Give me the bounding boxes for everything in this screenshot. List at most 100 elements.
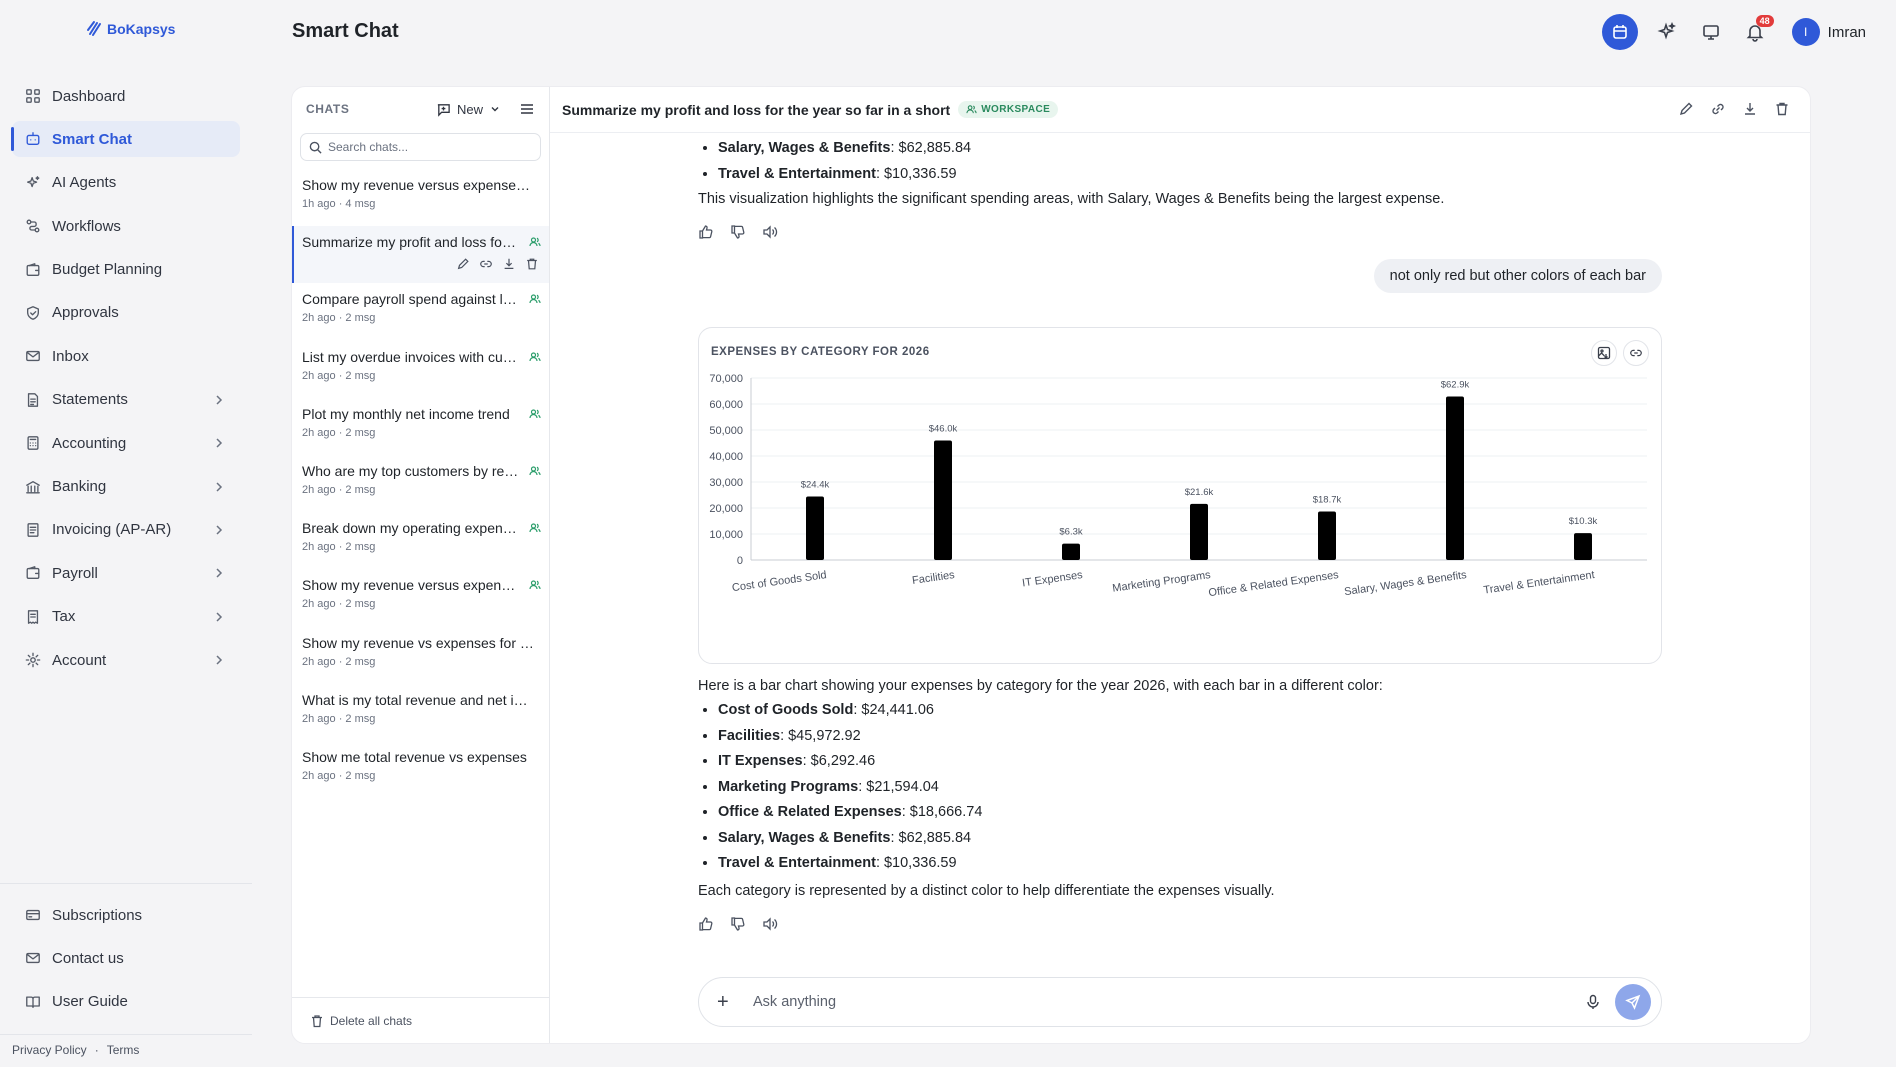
chat-list-item[interactable]: Show me total revenue vs expenses 2h ago …	[292, 741, 549, 798]
menu-icon[interactable]	[519, 101, 535, 117]
sidebar-item-dashboard[interactable]: Dashboard	[12, 78, 240, 114]
grid-icon	[26, 89, 40, 103]
sidebar-item-payroll[interactable]: Payroll	[12, 555, 240, 591]
chat-list-item[interactable]: Compare payroll spend against last year 2…	[292, 283, 549, 340]
copy-chart-link-button[interactable]	[1623, 340, 1649, 366]
chevron-right-icon-wrap	[212, 436, 226, 450]
notification-badge: 48	[1755, 15, 1774, 27]
bullet-value: : $18,666.74	[901, 804, 983, 820]
delete-all-chats-button[interactable]: Delete all chats	[292, 997, 549, 1043]
trash-icon[interactable]	[1774, 101, 1790, 117]
smart-chat-panel: CHATS New Show my revenue versus expense…	[291, 86, 1811, 1044]
sidebar-item-accounting[interactable]: Accounting	[12, 425, 240, 461]
sidebar-item-statements[interactable]: Statements	[12, 382, 240, 418]
chat-meta: 1h ago · 4 msg	[302, 198, 376, 210]
speaker-icon[interactable]	[762, 916, 778, 932]
trash-icon[interactable]	[525, 257, 539, 271]
chart-bar	[934, 440, 952, 560]
y-tick-label: 70,000	[709, 373, 743, 385]
sidebar-item-label: Workflows	[52, 217, 121, 235]
chevron-right-icon-wrap	[212, 393, 226, 407]
edit-icon[interactable]	[1678, 101, 1694, 117]
chat-list-item[interactable]: List my overdue invoices with customer n…	[292, 341, 549, 398]
chat-list-item[interactable]: What is my total revenue and net income 2…	[292, 684, 549, 741]
save-chart-image-button[interactable]	[1591, 340, 1617, 366]
chat-row-actions	[456, 257, 539, 271]
y-tick-label: 10,000	[709, 529, 743, 541]
thumbs-down-icon[interactable]	[730, 916, 746, 932]
bullet-label: Facilities	[718, 727, 781, 744]
sidebar-item-user-guide[interactable]: User Guide	[12, 984, 240, 1020]
edit-icon[interactable]	[456, 257, 470, 271]
new-chat-button[interactable]: New	[436, 102, 501, 117]
logo-text: BoKapsys	[107, 21, 176, 37]
bullet-value: : $10,336.59	[875, 165, 957, 182]
chevron-right-icon	[216, 568, 223, 578]
sidebar-bottom-nav: Subscriptions Contact us User Guide	[12, 897, 240, 1027]
message-input[interactable]	[753, 994, 1585, 1010]
calendar-button[interactable]	[1601, 14, 1638, 50]
sidebar-item-banking[interactable]: Banking	[12, 469, 240, 505]
sidebar-item-contact-us[interactable]: Contact us	[12, 940, 240, 976]
sidebar-item-approvals[interactable]: Approvals	[12, 295, 240, 331]
chat-meta: 2h ago · 2 msg	[302, 655, 376, 668]
attach-plus-icon[interactable]: +	[717, 991, 737, 1014]
search-chats-input[interactable]	[328, 140, 528, 154]
chat-list-item[interactable]: Show my revenue vs expenses for this yea…	[292, 627, 549, 684]
receipt-icon	[27, 609, 39, 624]
sidebar-item-account[interactable]: Account	[12, 642, 240, 678]
chevron-right-icon	[216, 395, 223, 405]
user-menu[interactable]: I Imran	[1791, 18, 1866, 46]
chat-title: Summarize my profit and loss for the yea…	[302, 234, 520, 251]
terms-link[interactable]: Terms	[107, 1043, 140, 1057]
assistant-message-previous: Salary, Wages & Benefits: $62,885.84Trav…	[698, 133, 1658, 243]
new-chat-icon	[437, 103, 450, 117]
shield-check-icon	[27, 306, 39, 320]
sidebar-item-ai-agents[interactable]: AI Agents	[12, 165, 240, 201]
chat-list-item[interactable]: Show my revenue versus expenses for the …	[292, 169, 549, 226]
shared-users-icon	[529, 580, 541, 590]
sidebar-item-invoicing-ap-ar[interactable]: Invoicing (AP-AR)	[12, 512, 240, 548]
chat-bot-icon-wrap	[24, 130, 42, 148]
bullet-label: Cost of Goods Sold	[718, 702, 854, 718]
download-icon[interactable]	[1742, 101, 1758, 117]
ai-sparkle-button[interactable]	[1652, 17, 1682, 47]
mail-icon	[26, 953, 40, 964]
monitor-button[interactable]	[1696, 17, 1726, 47]
sidebar-item-subscriptions[interactable]: Subscriptions	[12, 897, 240, 933]
sidebar-item-tax[interactable]: Tax	[12, 599, 240, 635]
link-icon[interactable]	[1710, 101, 1726, 117]
download-icon[interactable]	[502, 257, 516, 271]
brand-logo[interactable]: BoKapsys	[86, 20, 175, 38]
thumbs-down-icon[interactable]	[730, 224, 746, 240]
conversation-title: Summarize my profit and loss for the yea…	[562, 101, 951, 118]
shared-indicator	[529, 579, 541, 591]
chat-list-item[interactable]: Summarize my profit and loss for the yea…	[292, 226, 549, 284]
chat-list-item[interactable]: Break down my operating expenses 2h ago ·…	[292, 512, 549, 569]
link-icon[interactable]	[479, 257, 493, 271]
workflow-icon	[26, 219, 40, 233]
sidebar-item-workflows[interactable]: Workflows	[12, 208, 240, 244]
sidebar-item-budget-planning[interactable]: Budget Planning	[12, 252, 240, 288]
bank-icon	[26, 480, 40, 493]
chat-list-item[interactable]: Plot my monthly net income trend 2h ago ·…	[292, 398, 549, 455]
bullet-label: Salary, Wages & Benefits	[718, 140, 891, 156]
thumbs-up-icon[interactable]	[698, 224, 714, 240]
notifications-button[interactable]: 48	[1740, 15, 1774, 47]
send-button[interactable]	[1615, 984, 1651, 1020]
chat-title: Show my revenue versus expenses for the …	[302, 177, 534, 193]
speaker-icon[interactable]	[762, 224, 778, 240]
chat-meta: 2h ago · 2 msg	[302, 369, 376, 382]
microphone-icon[interactable]	[1585, 994, 1601, 1010]
chat-list-item[interactable]: Show my revenue versus expenses by month…	[292, 569, 549, 626]
thumbs-up-icon[interactable]	[698, 916, 714, 932]
shared-users-icon	[529, 409, 541, 418]
search-chats-field[interactable]	[300, 133, 541, 161]
chat-list-item[interactable]: Who are my top customers by revenue 2h ag…	[292, 455, 549, 512]
bullet-label: Marketing Programs	[718, 778, 859, 795]
sidebar-item-label: AI Agents	[52, 174, 117, 192]
footer-links: Privacy Policy · Terms	[12, 1043, 139, 1057]
privacy-policy-link[interactable]: Privacy Policy	[12, 1043, 87, 1057]
sidebar-item-smart-chat[interactable]: Smart Chat	[11, 121, 240, 158]
sidebar-item-inbox[interactable]: Inbox	[12, 338, 240, 374]
